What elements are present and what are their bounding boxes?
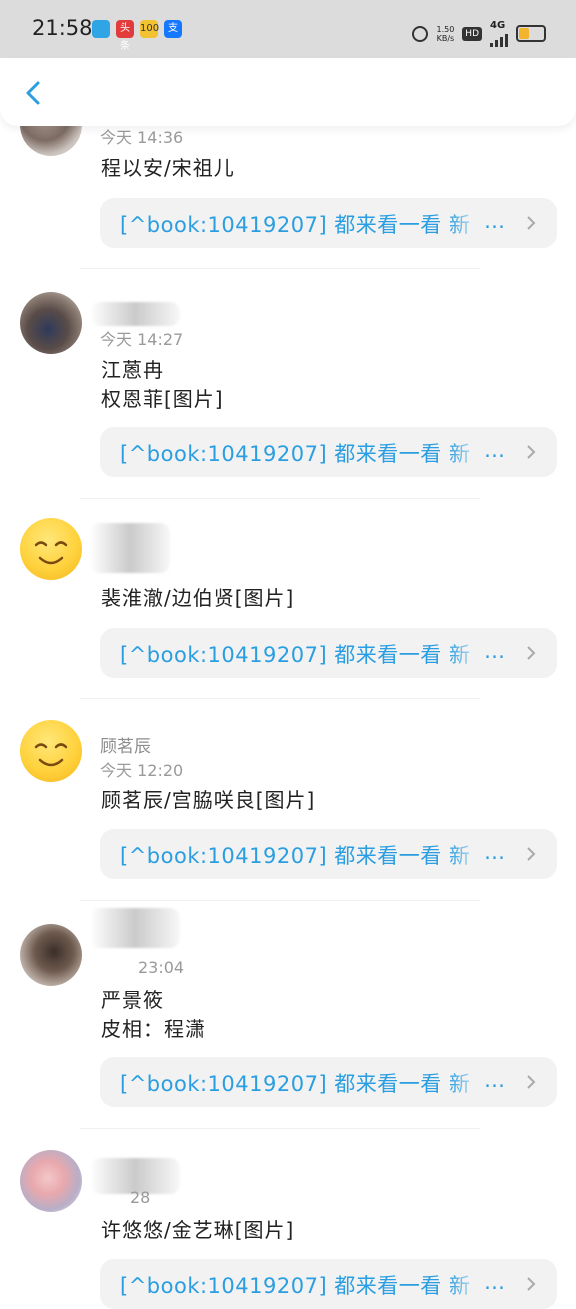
divider: [80, 268, 480, 269]
smiley-face-icon: [34, 743, 68, 767]
news-icon: 头条: [116, 20, 134, 52]
avatar[interactable]: [20, 720, 82, 782]
comment-time: 28: [130, 1188, 151, 1207]
comment-time: 今天 14:36: [100, 128, 184, 147]
book-link-card[interactable]: [^book:10419207] 都来看一看 新 …: [100, 427, 557, 477]
clock: 21:58: [32, 16, 93, 40]
comment-text: 严景筱 皮相：程潇: [101, 988, 206, 1041]
comment-text: 程以安/宋祖儿: [101, 156, 235, 180]
comment-time: 今天 14:27: [100, 330, 184, 349]
divider: [80, 498, 480, 499]
comment-text: 裴淮澈/边伯贤[图片]: [101, 586, 295, 610]
calendar-icon: 100: [140, 20, 159, 38]
chevron-right-icon: [527, 1075, 536, 1089]
book-link-card[interactable]: [^book:10419207] 都来看一看 新 …: [100, 628, 557, 678]
book-link-card[interactable]: [^book:10419207] 都来看一看 新 …: [100, 1259, 557, 1309]
signal-icon: 4G: [490, 20, 508, 47]
comment-text: 江蒽冉 权恩菲[图片]: [101, 358, 224, 411]
system-indicators: 1.50 KB/s HD 4G: [412, 20, 546, 47]
back-chevron-icon[interactable]: [20, 78, 50, 108]
avatar[interactable]: [20, 1150, 82, 1212]
status-bar: 21:58 头条 100 支 1.50 KB/s HD 4G: [0, 0, 576, 58]
chevron-right-icon: [527, 646, 536, 660]
blurred-username: [90, 908, 180, 948]
username[interactable]: 顾茗辰: [100, 732, 151, 757]
network-type: 4G: [490, 20, 506, 31]
alipay-icon: 支: [164, 20, 182, 38]
hd-icon: HD: [462, 26, 482, 41]
blurred-username: [90, 302, 180, 326]
blurred-username: [90, 523, 170, 573]
notification-icons: 头条 100 支: [92, 20, 182, 52]
book-link-card[interactable]: [^book:10419207] 都来看一看 新 …: [100, 1057, 557, 1107]
smiley-face-icon: [34, 541, 68, 565]
comment-text: 许悠悠/金艺琳[图片]: [101, 1218, 295, 1242]
divider: [80, 698, 480, 699]
divider: [80, 900, 480, 901]
chevron-right-icon: [527, 1277, 536, 1291]
avatar[interactable]: [20, 292, 82, 354]
alarm-icon: [412, 25, 429, 42]
message-icon: [92, 20, 110, 38]
book-link-card[interactable]: [^book:10419207] 都来看一看 新 …: [100, 198, 557, 248]
battery-icon: [516, 25, 546, 42]
top-nav-bar: [0, 58, 576, 126]
chevron-right-icon: [527, 445, 536, 459]
divider: [80, 1128, 480, 1129]
comment-text: 顾茗辰/宫脇咲良[图片]: [101, 788, 316, 812]
comment-time: 23:04: [138, 958, 185, 977]
avatar[interactable]: [20, 924, 82, 986]
book-link-card[interactable]: [^book:10419207] 都来看一看 新 …: [100, 829, 557, 879]
avatar[interactable]: [20, 518, 82, 580]
comment-time: 今天 12:20: [100, 761, 184, 780]
network-speed: 1.50 KB/s: [436, 24, 455, 43]
chevron-right-icon: [527, 847, 536, 861]
chevron-right-icon: [527, 216, 536, 230]
